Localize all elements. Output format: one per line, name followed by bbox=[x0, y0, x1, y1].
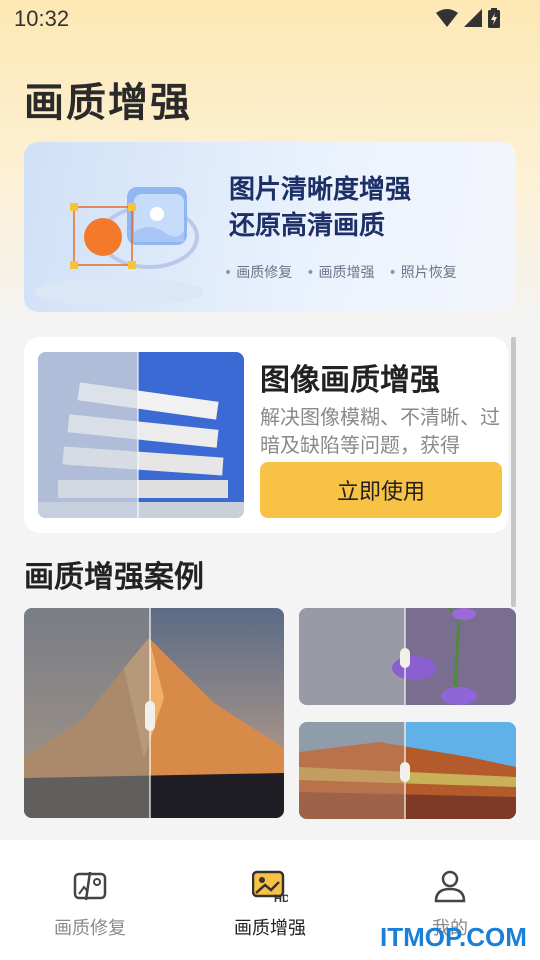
banner-tag: 画质修复 bbox=[224, 262, 292, 282]
nav-label-photo-restore: 画质修复 bbox=[54, 918, 126, 939]
banner-title-line2: 还原高清画质 bbox=[229, 211, 386, 241]
user-icon bbox=[434, 870, 466, 903]
banner-illustration bbox=[34, 187, 204, 306]
scrollbar[interactable] bbox=[511, 337, 516, 607]
page-title: 画质增强 bbox=[24, 80, 192, 126]
nav-label-hd-enhance: 画质增强 bbox=[234, 918, 306, 939]
feature-card[interactable]: 图像画质增强 解决图像模糊、不清晰、过暗及缺陷等问题，获得 立即使用 bbox=[24, 337, 508, 533]
status-bar: 10:32 bbox=[0, 0, 540, 38]
banner-tags: 画质修复 画质增强 照片恢复 bbox=[224, 262, 457, 282]
feature-title: 图像画质增强 bbox=[260, 363, 440, 398]
nav-item-hd-enhance[interactable]: HD 画质增强 bbox=[180, 840, 360, 960]
feature-thumbnail bbox=[38, 352, 244, 518]
status-icons bbox=[436, 6, 500, 30]
case-mountain-image[interactable] bbox=[24, 608, 284, 818]
banner-tag: 照片恢复 bbox=[389, 262, 457, 282]
case-palace-image[interactable] bbox=[299, 722, 516, 819]
wifi-icon bbox=[436, 9, 458, 27]
case-flower-image[interactable] bbox=[299, 608, 516, 705]
nav-item-photo-restore[interactable]: 画质修复 bbox=[0, 840, 180, 960]
cases-section-title: 画质增强案例 bbox=[24, 560, 204, 595]
battery-icon bbox=[488, 8, 500, 28]
banner-tag: 画质增强 bbox=[306, 262, 375, 282]
photo-restore-icon bbox=[73, 871, 107, 901]
banner-title: 图片清晰度增强 还原高清画质 bbox=[229, 172, 411, 244]
signal-icon bbox=[464, 9, 482, 27]
banner-title-line1: 图片清晰度增强 bbox=[229, 175, 412, 205]
use-now-button[interactable]: 立即使用 bbox=[260, 462, 502, 518]
promo-banner[interactable]: 图片清晰度增强 还原高清画质 画质修复 画质增强 照片恢复 bbox=[24, 142, 516, 312]
status-time: 10:32 bbox=[14, 6, 70, 31]
watermark: ITMOP.COM bbox=[380, 922, 527, 952]
svg-text:HD: HD bbox=[274, 893, 288, 904]
feature-description: 解决图像模糊、不清晰、过暗及缺陷等问题，获得 bbox=[260, 405, 500, 457]
hd-image-icon: HD bbox=[252, 870, 288, 904]
